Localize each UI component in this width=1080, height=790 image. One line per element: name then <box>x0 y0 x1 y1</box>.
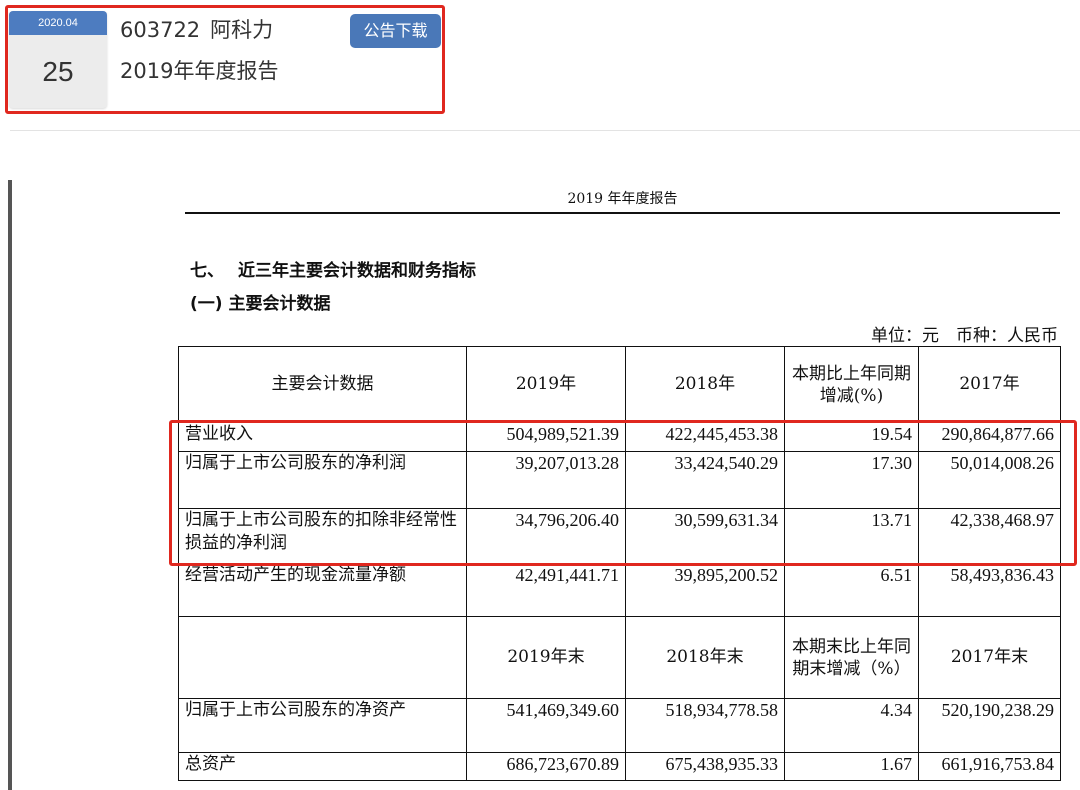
header-cell: 本期末比上年同期末增减（%） <box>784 616 919 699</box>
value-cell: 19.54 <box>784 422 919 452</box>
row-label: 营业收入 <box>178 422 467 452</box>
value-cell: 4.34 <box>784 698 919 753</box>
header-cell: 2017年 <box>918 346 1061 423</box>
value-cell: 518,934,778.58 <box>625 698 785 753</box>
header-cell: 2018年末 <box>625 616 785 699</box>
value-cell: 42,338,468.97 <box>918 508 1061 564</box>
stock-line[interactable]: 603722 阿科力 <box>120 14 273 44</box>
header-cell <box>178 616 467 699</box>
unit-label: 单位：元 币种：人民币 <box>871 326 1058 346</box>
section-title-text: 近三年主要会计数据和财务指标 <box>238 261 476 281</box>
header-cell: 2019年末 <box>466 616 626 699</box>
header-cell: 主要会计数据 <box>178 346 467 423</box>
quote-bar <box>8 180 12 790</box>
value-cell: 17.30 <box>784 451 919 509</box>
value-cell: 6.51 <box>784 563 919 617</box>
stock-code: 603722 <box>120 18 201 42</box>
section-number: 七、 <box>190 261 224 281</box>
value-cell: 675,438,935.33 <box>625 752 785 781</box>
table-row: 归属于上市公司股东的扣除非经常性损益的净利润 34,796,206.40 30,… <box>178 508 1061 564</box>
value-cell: 504,989,521.39 <box>466 422 626 452</box>
value-cell: 30,599,631.34 <box>625 508 785 564</box>
value-cell: 42,491,441.71 <box>466 563 626 617</box>
row-label: 经营活动产生的现金流量净额 <box>178 563 467 617</box>
value-cell: 50,014,008.26 <box>918 451 1061 509</box>
value-cell: 39,895,200.52 <box>625 563 785 617</box>
subsection-title: (一) 主要会计数据 <box>190 294 331 314</box>
section-title: 七、 近三年主要会计数据和财务指标 <box>190 256 476 281</box>
value-cell: 58,493,836.43 <box>918 563 1061 617</box>
header-cell: 本期比上年同期增减(%) <box>784 346 919 423</box>
table-header-row: 2019年末 2018年末 本期末比上年同期末增减（%） 2017年末 <box>178 616 1061 699</box>
announcement-title[interactable]: 2019年年度报告 <box>120 55 278 85</box>
value-cell: 541,469,349.60 <box>466 698 626 753</box>
header-cell: 2019年 <box>466 346 626 423</box>
table-header-row: 主要会计数据 2019年 2018年 本期比上年同期增减(%) 2017年 <box>178 346 1061 423</box>
row-label: 总资产 <box>178 752 467 781</box>
table-row: 经营活动产生的现金流量净额 42,491,441.71 39,895,200.5… <box>178 563 1061 617</box>
header-cell: 2018年 <box>625 346 785 423</box>
value-cell: 13.71 <box>784 508 919 564</box>
download-button[interactable]: 公告下载 <box>350 14 441 48</box>
row-label: 归属于上市公司股东的净利润 <box>178 451 467 509</box>
table-row: 总资产 686,723,670.89 675,438,935.33 1.67 6… <box>178 752 1061 781</box>
value-cell: 520,190,238.29 <box>918 698 1061 753</box>
table-row: 营业收入 504,989,521.39 422,445,453.38 19.54… <box>178 422 1061 452</box>
value-cell: 686,723,670.89 <box>466 752 626 781</box>
date-month: 2020.04 <box>9 11 107 35</box>
value-cell: 33,424,540.29 <box>625 451 785 509</box>
date-badge: 2020.04 25 <box>9 11 107 108</box>
value-cell: 422,445,453.38 <box>625 422 785 452</box>
value-cell: 290,864,877.66 <box>918 422 1061 452</box>
company-name: 阿科力 <box>210 18 274 42</box>
row-label: 归属于上市公司股东的扣除非经常性损益的净利润 <box>178 508 467 564</box>
value-cell: 1.67 <box>784 752 919 781</box>
date-day: 25 <box>42 56 74 87</box>
value-cell: 661,916,753.84 <box>918 752 1061 781</box>
divider <box>10 130 1080 131</box>
financial-table: 主要会计数据 2019年 2018年 本期比上年同期增减(%) 2017年 营业… <box>178 346 1061 781</box>
running-header: 2019 年年度报告 <box>567 191 678 207</box>
header-rule <box>185 212 1060 214</box>
header-cell: 2017年末 <box>918 616 1061 699</box>
table-row: 归属于上市公司股东的净资产 541,469,349.60 518,934,778… <box>178 698 1061 753</box>
value-cell: 39,207,013.28 <box>466 451 626 509</box>
value-cell: 34,796,206.40 <box>466 508 626 564</box>
table-row: 归属于上市公司股东的净利润 39,207,013.28 33,424,540.2… <box>178 451 1061 509</box>
row-label: 归属于上市公司股东的净资产 <box>178 698 467 753</box>
